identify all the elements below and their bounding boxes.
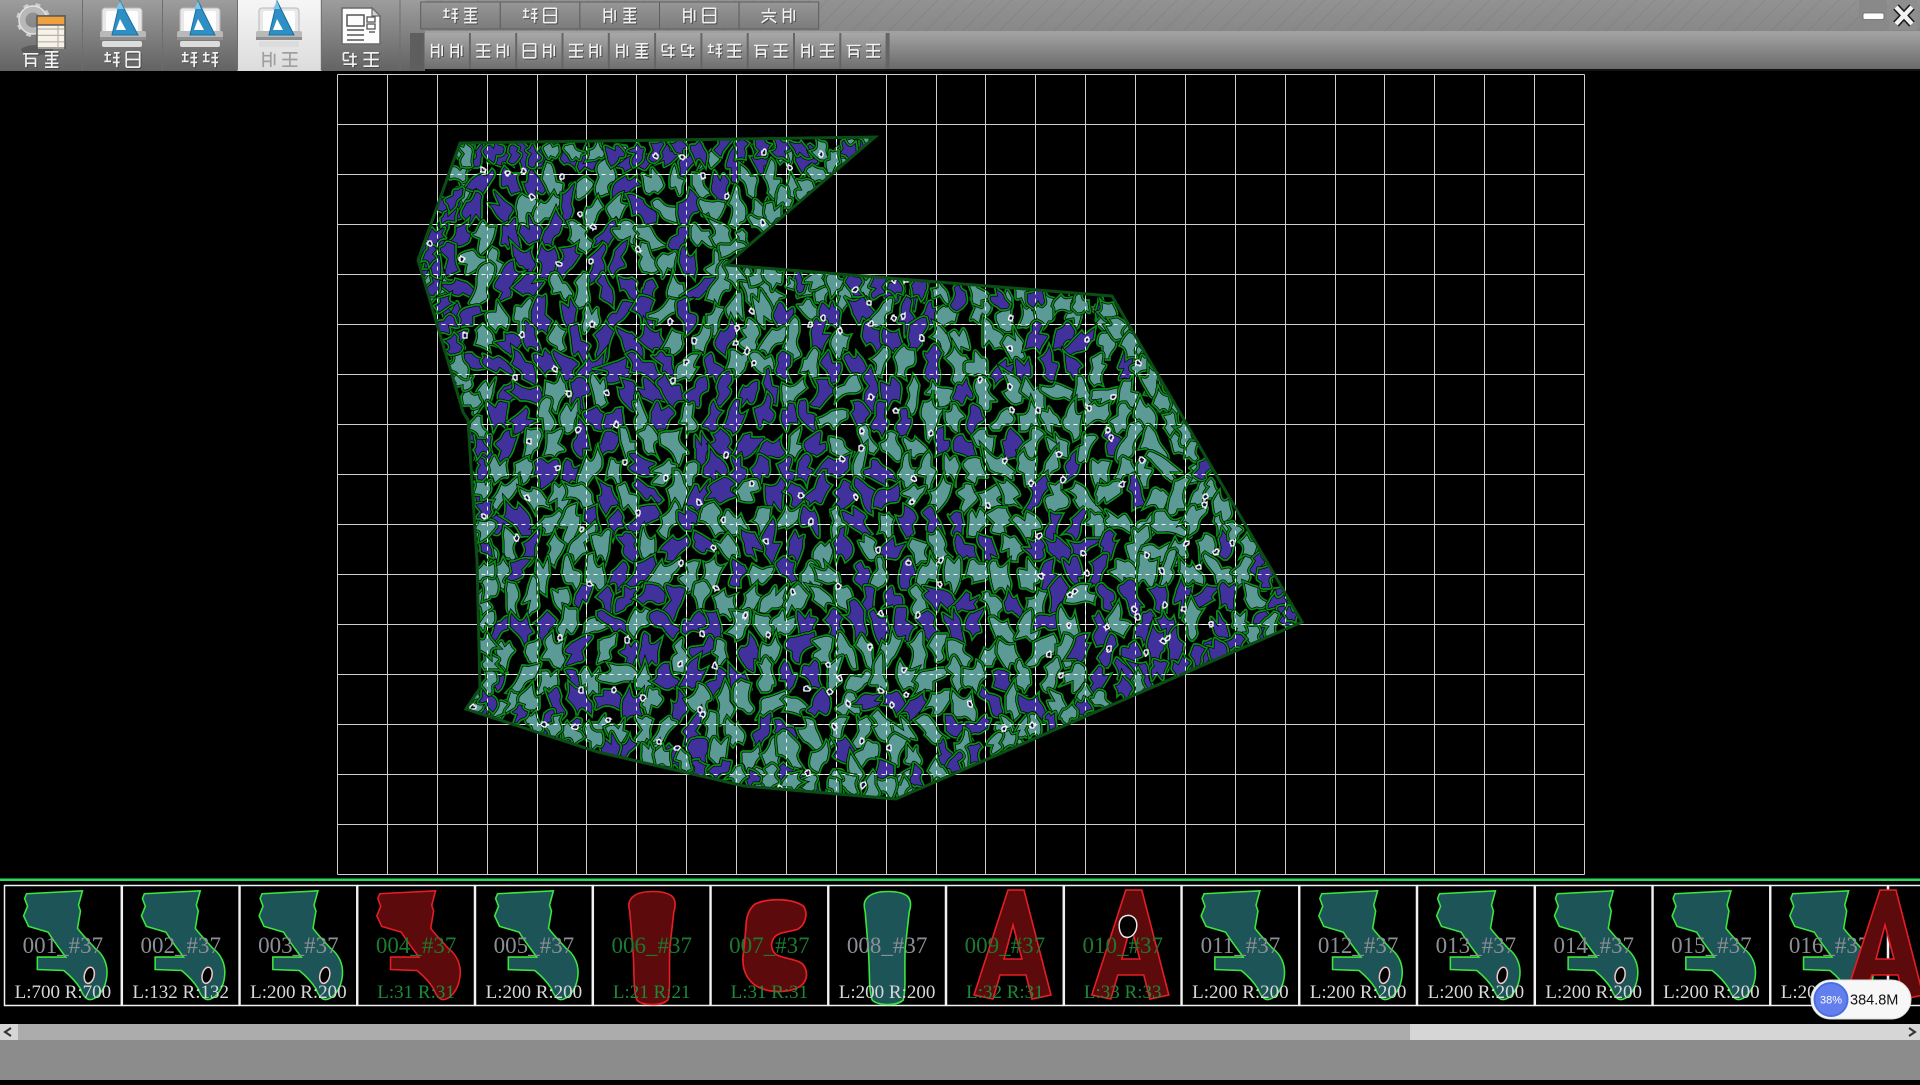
svg-text:004_#37: 004_#37	[376, 933, 457, 958]
svg-text:005_#37: 005_#37	[494, 933, 575, 958]
svg-text:016_#37: 016_#37	[1789, 933, 1870, 958]
svg-text:002_#37: 002_#37	[140, 933, 221, 958]
svg-text:L:200 R:200: L:200 R:200	[486, 982, 583, 1003]
svg-text:38%: 38%	[1820, 995, 1842, 1007]
svg-text:L:132 R:132: L:132 R:132	[132, 982, 229, 1003]
svg-text:014_#37: 014_#37	[1553, 933, 1634, 958]
svg-text:L:200 R:200: L:200 R:200	[250, 982, 347, 1003]
svg-text:006_#37: 006_#37	[611, 933, 692, 958]
svg-text:L:700 R:700: L:700 R:700	[15, 982, 112, 1003]
svg-text:L:200 R:200: L:200 R:200	[1192, 982, 1289, 1003]
svg-text:012_#37: 012_#37	[1318, 933, 1399, 958]
svg-text:003_#37: 003_#37	[258, 933, 339, 958]
svg-text:384.8M: 384.8M	[1850, 993, 1898, 1009]
svg-text:L:33 R:33: L:33 R:33	[1084, 982, 1162, 1003]
svg-text:007_#37: 007_#37	[729, 933, 810, 958]
svg-text:L:200 R:200: L:200 R:200	[1310, 982, 1407, 1003]
svg-text:011_#37: 011_#37	[1201, 933, 1281, 958]
svg-text:L:200 R:200: L:200 R:200	[1545, 982, 1642, 1003]
svg-text:013_#37: 013_#37	[1436, 933, 1517, 958]
svg-text:008_#37: 008_#37	[847, 933, 928, 958]
svg-text:L:200 R:200: L:200 R:200	[1663, 982, 1760, 1003]
svg-text:L:200 R:200: L:200 R:200	[839, 982, 936, 1003]
svg-text:L:21 R:21: L:21 R:21	[613, 982, 691, 1003]
svg-text:L:31 R:31: L:31 R:31	[377, 982, 455, 1003]
svg-text:001_#37: 001_#37	[23, 933, 104, 958]
svg-text:L:31 R:31: L:31 R:31	[731, 982, 809, 1003]
svg-text:L:32 R:31: L:32 R:31	[966, 982, 1044, 1003]
svg-text:015_#37: 015_#37	[1671, 933, 1752, 958]
svg-text:010_#37: 010_#37	[1082, 933, 1163, 958]
svg-text:009_#37: 009_#37	[965, 933, 1046, 958]
svg-text:L:200 R:200: L:200 R:200	[1428, 982, 1525, 1003]
